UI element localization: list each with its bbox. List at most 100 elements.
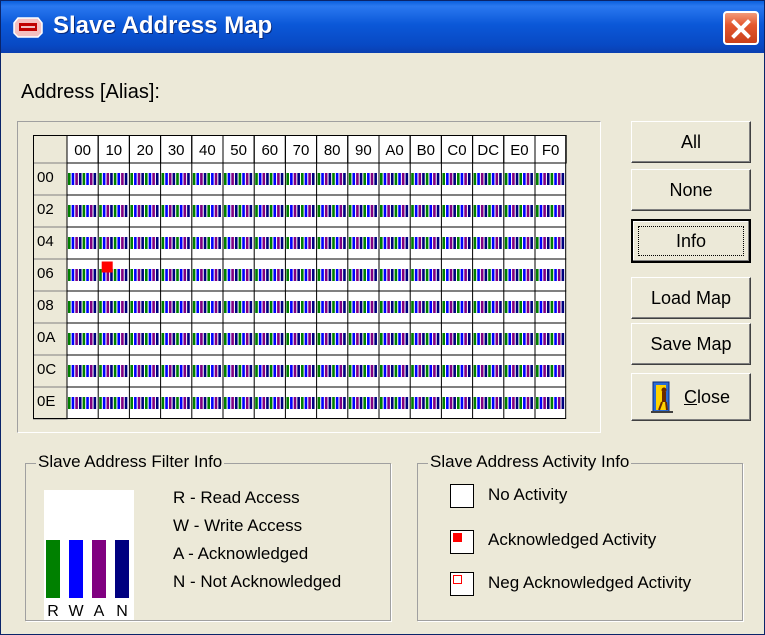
filter-bar [214,173,218,185]
filter-bar [176,237,179,249]
filter-bar [543,301,546,313]
filter-bar [436,301,440,313]
filter-bar [211,365,214,377]
filter-bar [273,365,277,377]
filter-bar [387,301,390,313]
filter-bar [425,237,429,249]
filter-legend-bar [46,540,60,598]
filter-bar [512,205,515,217]
filter-item-ack: A - Acknowledged [173,544,309,563]
filter-bar [82,269,86,281]
filter-bar [290,173,293,185]
filter-bar [155,333,159,345]
filter-bar [249,365,253,377]
filter-bar [266,269,269,281]
filter-bar [192,237,196,249]
filter-bar [491,301,495,313]
filter-bar [374,269,377,281]
filter-bar [359,397,363,409]
filter-bar [495,269,499,281]
filter-bar [335,237,339,249]
filter-bar [519,173,522,185]
filter-bar [429,301,433,313]
load-map-button[interactable]: Load Map [631,277,751,319]
filter-bar [266,237,269,249]
filter-bar [78,365,82,377]
filter-bar [550,397,554,409]
filter-bar [242,397,245,409]
filter-bar [332,365,335,377]
close-button-label: Close [684,374,730,420]
filter-bar [519,205,522,217]
filter-bar [168,205,172,217]
filter-bar [218,237,221,249]
filter-bar [401,269,405,281]
filter-bar [183,365,187,377]
filter-bar [335,301,339,313]
filter-bar [352,237,356,249]
filter-bar [266,365,269,377]
save-map-button[interactable]: Save Map [631,323,751,365]
filter-bar [207,365,210,377]
filter-bar [71,173,75,185]
filter-bar [446,365,449,377]
filter-bar [89,365,93,377]
filter-bar [398,173,401,185]
filter-bar [374,237,377,249]
filter-bar [394,397,398,409]
all-button[interactable]: All [631,121,751,163]
filter-bar [477,173,480,185]
filter-bar [526,269,530,281]
filter-bar [317,237,321,249]
filter-bar [394,173,398,185]
address-grid[interactable]: 00 10 20 30 40 50 60 70 80 90 A0 B0 C0 DC E0 F0 00 02 04 06… [33,135,573,421]
filter-bar [231,205,234,217]
filter-bar [71,205,75,217]
filter-bar [277,365,280,377]
filter-bar [332,237,335,249]
filter-bar [418,365,422,377]
filter-bar [418,333,422,345]
filter-bar [262,205,266,217]
filter-bar [297,269,300,281]
filter-bar [460,237,464,249]
filter-bar [308,173,311,185]
filter-bar [367,205,370,217]
filter-bar [557,301,561,313]
filter-bar [367,397,370,409]
filter-bar [422,173,425,185]
filter-bar [93,269,97,281]
filter-bar [488,301,491,313]
filter-bar [297,333,300,345]
none-button[interactable]: None [631,169,751,211]
filter-bar [187,205,190,217]
filter-bar [512,397,515,409]
filter-bar [328,237,332,249]
filter-bar [523,365,526,377]
close-button[interactable]: Close [631,373,751,421]
close-window-button[interactable] [723,11,759,45]
filter-bar [504,333,508,345]
filter-bar [203,397,207,409]
filter-bar [238,301,242,313]
filter-bar [449,173,453,185]
filter-bar [82,365,86,377]
info-button[interactable]: Info [631,219,751,263]
filter-bar [242,333,245,345]
filter-bar [488,365,491,377]
filter-bar [71,397,75,409]
filter-legend-bars: RWAN [44,490,134,620]
filter-bar [352,333,356,345]
column-header-label: E0 [510,142,528,159]
title-bar[interactable]: Slave Address Map [1,1,764,53]
filter-bar [539,269,543,281]
filter-bar [176,205,179,217]
filter-bar [405,301,409,313]
filter-bar [137,397,141,409]
filter-bar [374,397,377,409]
filter-bar [467,397,471,409]
filter-bar [515,173,519,185]
column-header-label: 70 [293,142,310,159]
filter-bar [352,397,356,409]
filter-bar [277,205,280,217]
